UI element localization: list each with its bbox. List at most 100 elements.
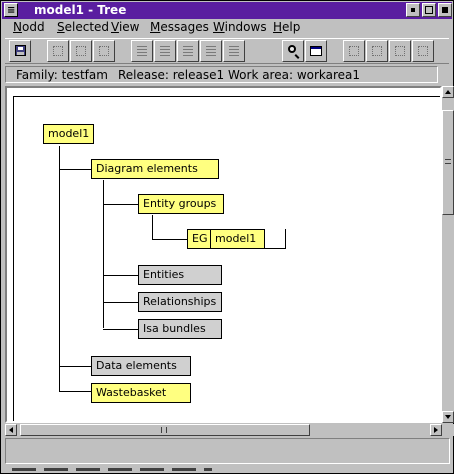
window-menu-icon: ≡ (7, 5, 16, 16)
vertical-scrollbar[interactable] (442, 86, 454, 423)
window-tool-button[interactable] (305, 40, 327, 62)
table-icon (229, 46, 239, 56)
minimize-icon (411, 8, 415, 12)
menu-bar: Nodd Selected View Messages Windows Help (2, 19, 452, 36)
table-tool-button-1[interactable] (200, 40, 222, 62)
menu-view[interactable]: View (111, 20, 139, 34)
vertical-scroll-thumb[interactable] (442, 110, 454, 215)
layout-tool-button-4[interactable] (412, 40, 434, 62)
tree-window: ≡ model1 - Tree Nodd Selected View Messa… (0, 0, 454, 474)
horizontal-scrollbar[interactable] (5, 424, 442, 436)
document-icon (137, 46, 147, 56)
tree-node-underline (265, 248, 285, 249)
family-label: Family: testfam (16, 68, 108, 82)
tree-connector (59, 366, 91, 367)
tree-connector (103, 302, 138, 303)
message-area (5, 438, 450, 464)
table-tool-button-2[interactable] (223, 40, 245, 62)
delete-tool-button[interactable] (70, 40, 92, 62)
tree-node-entities[interactable]: Entities (138, 265, 222, 285)
scroll-corner (442, 424, 454, 436)
maximize-button[interactable] (422, 3, 436, 17)
layout-icon (418, 46, 428, 56)
maximize-icon (425, 6, 433, 14)
tree-connector (152, 215, 153, 240)
title-bar[interactable]: ≡ model1 - Tree (2, 2, 452, 19)
context-info-bar: Family: testfam Release: release1 Work a… (5, 66, 438, 83)
arrow-down-icon (445, 415, 451, 419)
tree-connector (103, 180, 104, 328)
tree-node-data-elements[interactable]: Data elements (91, 356, 191, 376)
arrow-left-icon (9, 427, 13, 433)
menu-windows[interactable]: Windows (213, 20, 267, 34)
status-strip (2, 466, 452, 473)
tree-connector (59, 169, 91, 170)
menu-help[interactable]: Help (273, 20, 300, 34)
scroll-left-button[interactable] (5, 424, 17, 436)
tree-node-label: Diagram elements (96, 162, 198, 175)
horizontal-scroll-thumb[interactable] (20, 424, 310, 436)
layout-tool-button-2[interactable] (366, 40, 388, 62)
release-label: Release: release1 (118, 68, 225, 82)
scroll-down-button[interactable] (442, 411, 454, 423)
tree-node-wastebasket[interactable]: Wastebasket (91, 383, 191, 403)
window-icon (310, 46, 322, 56)
tree-node-relationships[interactable]: Relationships (138, 292, 222, 312)
layout-icon (372, 46, 382, 56)
document-tool-button-1[interactable] (131, 40, 153, 62)
menu-nodd[interactable]: Nodd (13, 20, 45, 34)
tree-node-label: model1 (215, 232, 257, 245)
tree-node-endmark (285, 229, 286, 249)
document-icon (183, 46, 193, 56)
layout-icon (395, 46, 405, 56)
tree-node-label: Isa bundles (143, 322, 206, 335)
close-icon (442, 7, 448, 13)
minimize-button[interactable] (406, 3, 420, 17)
arrow-right-icon (434, 427, 438, 433)
copy-tool-button[interactable] (93, 40, 115, 62)
document-tool-button-3[interactable] (177, 40, 199, 62)
table-icon (206, 46, 216, 56)
tree-connector (103, 329, 138, 330)
tree-connector (59, 391, 91, 392)
menu-messages[interactable]: Messages (150, 20, 209, 34)
tree-canvas[interactable]: model1 Diagram elements Entity groups EG… (7, 88, 440, 421)
tree-node-isa-bundles[interactable]: Isa bundles (138, 319, 222, 339)
tree-node-model1[interactable]: model1 (43, 124, 94, 144)
scroll-up-button[interactable] (442, 86, 454, 98)
save-tool-button[interactable] (9, 40, 31, 62)
new-node-tool-button[interactable] (47, 40, 69, 62)
tree-node-diagram-elements[interactable]: Diagram elements (91, 159, 219, 179)
copy-icon (99, 46, 109, 56)
tree-connector (103, 204, 138, 205)
work-area-label: Work area: workarea1 (228, 68, 361, 82)
new-node-icon (53, 46, 63, 56)
tree-node-label: Entity groups (143, 197, 217, 210)
tree-connector (59, 146, 60, 391)
delete-icon (76, 46, 86, 56)
tree-node-label: model1 (48, 127, 90, 140)
menu-selected[interactable]: Selected (57, 20, 109, 34)
tree-connector (103, 275, 138, 276)
layout-tool-button-3[interactable] (389, 40, 411, 62)
tree-node-eg-prefix: EG (192, 232, 208, 245)
scroll-right-button[interactable] (430, 424, 442, 436)
tree-canvas-border (13, 96, 440, 421)
toolbar (5, 38, 449, 64)
tree-node-label: Wastebasket (96, 386, 167, 399)
window-menu-button[interactable]: ≡ (4, 3, 18, 17)
magnifier-icon (288, 45, 296, 53)
close-button[interactable] (438, 3, 452, 17)
tree-node-eg-model1[interactable]: EG model1 (187, 229, 265, 249)
find-tool-button[interactable] (282, 40, 304, 62)
tree-node-entity-groups[interactable]: Entity groups (138, 194, 224, 214)
tree-connector (152, 239, 187, 240)
tree-node-label: Relationships (143, 295, 217, 308)
status-strip-marks (12, 468, 212, 471)
tree-node-separator (210, 230, 211, 248)
layout-tool-button-1[interactable] (343, 40, 365, 62)
tree-node-label: Data elements (96, 359, 177, 372)
window-title: model1 - Tree (34, 3, 127, 17)
document-tool-button-2[interactable] (154, 40, 176, 62)
document-icon (160, 46, 170, 56)
